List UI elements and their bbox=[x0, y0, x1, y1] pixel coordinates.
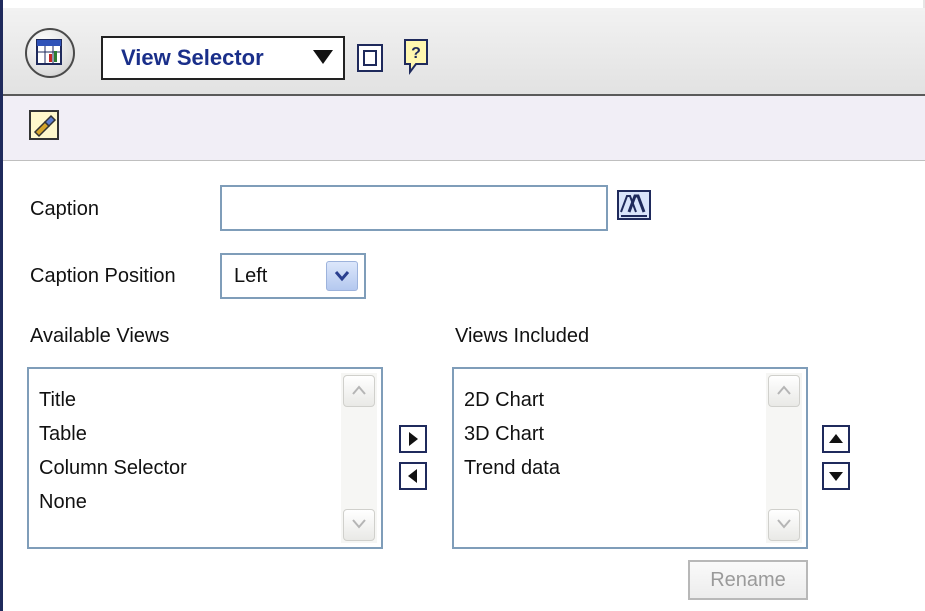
caption-position-dropdown-button[interactable] bbox=[326, 261, 358, 291]
scroll-up-button[interactable] bbox=[768, 375, 800, 407]
view-selector-dropdown[interactable]: View Selector bbox=[101, 36, 345, 80]
views-included-items: 2D Chart 3D Chart Trend data bbox=[464, 383, 560, 485]
properties-icon bbox=[363, 50, 377, 66]
caption-position-value: Left bbox=[234, 265, 268, 287]
format-paint-button[interactable] bbox=[29, 110, 59, 140]
triangle-down-icon bbox=[313, 50, 333, 64]
chevron-up-icon bbox=[777, 385, 791, 395]
chevron-up-icon bbox=[352, 385, 366, 395]
caption-position-label: Caption Position bbox=[30, 265, 176, 287]
arrow-up-icon bbox=[829, 434, 843, 443]
arrow-left-icon bbox=[408, 469, 417, 483]
format-paint-icon bbox=[33, 114, 57, 138]
scroll-down-button[interactable] bbox=[343, 509, 375, 541]
help-icon[interactable]: ? bbox=[403, 38, 429, 76]
scrollbar[interactable] bbox=[766, 373, 802, 543]
text-format-icon[interactable] bbox=[617, 190, 651, 220]
view-selector-label: View Selector bbox=[121, 45, 264, 70]
list-item[interactable]: Trend data bbox=[464, 451, 560, 485]
move-left-button[interactable] bbox=[399, 462, 427, 490]
list-item[interactable]: Title bbox=[39, 383, 187, 417]
rename-button[interactable]: Rename bbox=[688, 560, 808, 600]
list-item[interactable]: 3D Chart bbox=[464, 417, 560, 451]
caption-input[interactable] bbox=[220, 185, 608, 231]
move-up-button[interactable] bbox=[822, 425, 850, 453]
views-included-label: Views Included bbox=[455, 325, 590, 347]
list-item[interactable]: None bbox=[39, 485, 187, 519]
available-views-list[interactable]: Title Table Column Selector None bbox=[27, 367, 383, 549]
chevron-down-icon bbox=[777, 519, 791, 529]
scroll-up-button[interactable] bbox=[343, 375, 375, 407]
list-item[interactable]: 2D Chart bbox=[464, 383, 560, 417]
arrow-right-icon bbox=[409, 432, 418, 446]
move-right-button[interactable] bbox=[399, 425, 427, 453]
available-views-label: Available Views bbox=[30, 325, 170, 347]
arrow-down-icon bbox=[829, 472, 843, 481]
scroll-down-button[interactable] bbox=[768, 509, 800, 541]
view-toolbar: View Selector ? bbox=[3, 8, 925, 96]
format-toolbar bbox=[3, 96, 925, 161]
chevron-down-icon bbox=[352, 519, 366, 529]
table-chart-icon bbox=[36, 39, 62, 65]
available-views-items: Title Table Column Selector None bbox=[39, 383, 187, 519]
caption-label: Caption bbox=[30, 198, 99, 220]
list-item[interactable]: Table bbox=[39, 417, 187, 451]
chevron-down-icon bbox=[334, 271, 350, 282]
move-down-button[interactable] bbox=[822, 462, 850, 490]
list-item[interactable]: Column Selector bbox=[39, 451, 187, 485]
properties-button[interactable] bbox=[357, 44, 383, 72]
view-type-button[interactable] bbox=[25, 28, 75, 78]
svg-text:?: ? bbox=[411, 45, 421, 62]
scrollbar[interactable] bbox=[341, 373, 377, 543]
caption-position-select[interactable]: Left bbox=[220, 253, 366, 299]
views-included-list[interactable]: 2D Chart 3D Chart Trend data bbox=[452, 367, 808, 549]
